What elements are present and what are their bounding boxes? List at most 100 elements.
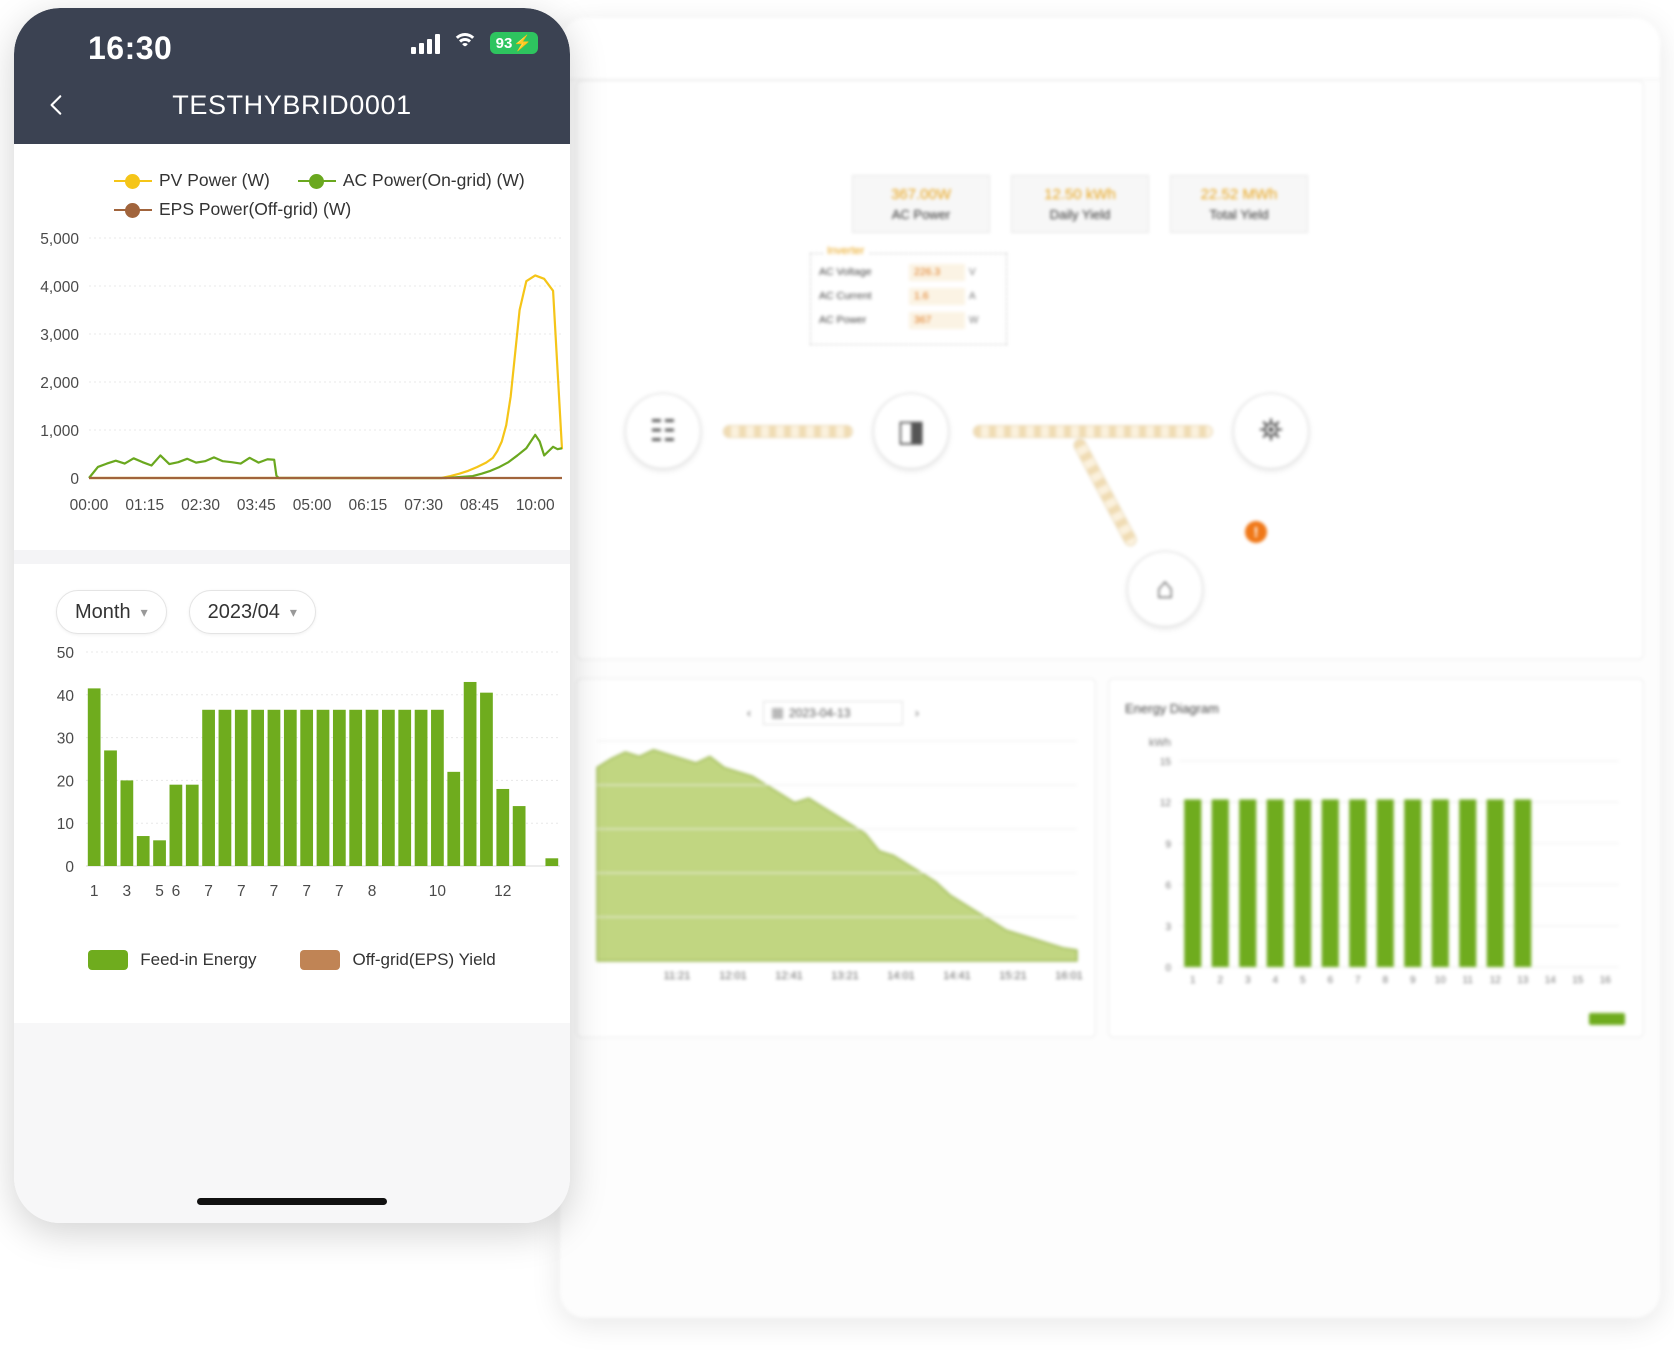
svg-text:4,000: 4,000 — [40, 279, 79, 296]
svg-text:0: 0 — [65, 859, 74, 876]
svg-text:7: 7 — [302, 883, 311, 900]
chevron-down-icon: ▾ — [289, 603, 297, 620]
energy-chart-card: Month ▾ 2023/04 ▾ 0 10 20 30 40 50 1 3 5 6 7 7 7 7 7 8 1… — [14, 564, 570, 970]
legend-item-offgrid-eps-yield[interactable]: Off-grid(EPS) Yield — [300, 950, 496, 970]
svg-text:8: 8 — [368, 883, 377, 900]
kpi-label: AC Power — [891, 207, 951, 222]
inverter-detail-box: Inverter AC Voltage 226.3 V AC Current 1… — [810, 245, 1007, 345]
kpi-card-total-yield: 22.52 MWh Total Yield — [1170, 175, 1308, 233]
phone-bottom-area — [14, 1023, 570, 1223]
svg-text:05:00: 05:00 — [293, 497, 332, 514]
svg-text:4: 4 — [1272, 975, 1278, 986]
battery-charging-icon: 93 ⚡ — [489, 32, 538, 54]
svg-text:3: 3 — [1165, 922, 1171, 933]
power-chart-card: PV Power (W) AC Power(On-grid) (W) EPS P… — [14, 144, 570, 550]
flow-connector-inverter-grid — [973, 425, 1213, 438]
svg-text:15:21: 15:21 — [999, 970, 1027, 982]
legend-item-pv-power[interactable]: PV Power (W) — [114, 170, 270, 191]
date-navigator[interactable]: ‹ 2023-04-13 › — [747, 701, 919, 725]
inverter-row: AC Voltage 226.3 V — [819, 260, 998, 284]
svg-text:20: 20 — [57, 773, 75, 790]
svg-text:9: 9 — [1410, 975, 1416, 986]
charging-bolt-icon: ⚡ — [513, 35, 532, 52]
period-selector-label: Month — [75, 600, 131, 623]
phone-window: 16:30 93 ⚡ TESTHYBRID0001 PV Power (W) A… — [14, 8, 570, 1223]
svg-text:15: 15 — [1572, 975, 1584, 986]
svg-text:10: 10 — [57, 816, 75, 833]
power-line-chart[interactable]: 0 1,000 2,000 3,000 4,000 5,000 00:00 01:15 02:3… — [14, 220, 570, 550]
kpi-label: Daily Yield — [1049, 207, 1111, 222]
home-icon[interactable]: ⌂ — [1127, 551, 1203, 627]
kpi-card-daily-yield: 12.50 kWh Daily Yield — [1011, 175, 1149, 233]
next-day-icon[interactable]: › — [915, 706, 919, 720]
month-selector[interactable]: 2023/04 ▾ — [188, 590, 316, 634]
legend-label: EPS Power(Off-grid) (W) — [159, 199, 352, 219]
legend-marker-icon — [114, 202, 152, 218]
energy-chart-legend: Feed-in Energy Off-grid(EPS) Yield — [14, 934, 570, 970]
power-tower-icon[interactable]: ⛯ — [1233, 393, 1309, 469]
screenshot-root: 367.00W AC Power 12.50 kWh Daily Yield 2… — [0, 0, 1674, 1350]
inverter-value: 1.6 — [909, 287, 965, 305]
svg-text:10: 10 — [1435, 975, 1447, 986]
energy-bar-chart[interactable]: 0 10 20 30 40 50 1 3 5 6 7 7 7 7 7 8 10 12 — [14, 634, 570, 934]
calendar-icon — [772, 707, 783, 719]
svg-text:2,000: 2,000 — [40, 375, 79, 392]
svg-text:11: 11 — [1463, 975, 1474, 986]
svg-text:16:01: 16:01 — [1055, 970, 1083, 982]
alert-badge-icon[interactable]: ! — [1245, 521, 1267, 543]
svg-text:06:15: 06:15 — [348, 497, 387, 514]
inverter-value: 367 — [909, 311, 965, 329]
svg-text:1: 1 — [1190, 975, 1196, 986]
status-icons: 93 ⚡ — [410, 32, 538, 54]
legend-item-eps-power[interactable]: EPS Power(Off-grid) (W) — [114, 199, 351, 220]
prev-day-icon[interactable]: ‹ — [747, 706, 751, 720]
tablet-overview-panel: 367.00W AC Power 12.50 kWh Daily Yield 2… — [576, 80, 1644, 660]
inverter-unit: W — [969, 314, 979, 326]
svg-text:3,000: 3,000 — [40, 327, 79, 344]
date-picker[interactable]: 2023-04-13 — [763, 701, 903, 725]
kpi-card-ac-power: 367.00W AC Power — [852, 175, 990, 233]
inverter-glyph: ◨ — [896, 414, 926, 448]
svg-text:03:45: 03:45 — [237, 497, 276, 514]
legend-item-ac-power[interactable]: AC Power(On-grid) (W) — [297, 170, 525, 191]
svg-text:13:21: 13:21 — [831, 970, 859, 982]
svg-text:13: 13 — [1517, 975, 1529, 986]
svg-text:40: 40 — [57, 688, 75, 705]
svg-text:12:41: 12:41 — [775, 970, 803, 982]
flow-connector-pv-inverter — [723, 425, 853, 438]
svg-text:12:01: 12:01 — [719, 970, 747, 982]
solar-panel-icon[interactable]: ☷ — [625, 393, 701, 469]
svg-text:11:21: 11:21 — [664, 970, 691, 982]
svg-text:7: 7 — [335, 883, 344, 900]
svg-text:15: 15 — [1160, 757, 1172, 768]
svg-text:3: 3 — [1245, 975, 1251, 986]
inverter-key: AC Current — [819, 290, 872, 302]
svg-text:7: 7 — [204, 883, 213, 900]
svg-text:7: 7 — [1355, 975, 1361, 986]
svg-text:00:00: 00:00 — [70, 497, 109, 514]
svg-text:9: 9 — [1165, 839, 1171, 850]
inverter-key: AC Voltage — [819, 266, 872, 278]
tablet-bar-chart: 036912151 2 3 4 5 6 7 8 9 10 11 12 13 14 15 16 — [1160, 757, 1619, 986]
background-tablet-window: 367.00W AC Power 12.50 kWh Daily Yield 2… — [560, 18, 1660, 1318]
svg-text:10:00: 10:00 — [516, 497, 555, 514]
selected-date: 2023-04-13 — [789, 706, 851, 720]
svg-text:2: 2 — [1217, 975, 1223, 986]
legend-swatch-icon — [88, 950, 129, 970]
power-chart-legend: PV Power (W) AC Power(On-grid) (W) EPS P… — [14, 144, 570, 220]
inverter-icon[interactable]: ◨ — [873, 393, 949, 469]
home-indicator[interactable] — [197, 1198, 387, 1205]
tablet-topbar — [560, 18, 1660, 80]
flow-connector-inverter-home — [1071, 436, 1140, 549]
svg-text:30: 30 — [57, 731, 75, 748]
inverter-key: AC Power — [819, 314, 867, 326]
chevron-down-icon: ▾ — [140, 603, 148, 620]
solar-panel-glyph: ☷ — [649, 414, 677, 448]
tablet-daily-chart-panel: ‹ 2023-04-13 › 11:21 12:01 12:41 13:21 14:01… — [576, 678, 1096, 1038]
tablet-energy-diagram-panel: Energy Diagram kWh 0 3 6 9 12 15 1 2 3 4 5 6 7 8 9 10 11… — [1108, 678, 1644, 1038]
legend-item-feed-in-energy[interactable]: Feed-in Energy — [88, 950, 256, 970]
svg-text:1: 1 — [90, 883, 99, 900]
period-selector[interactable]: Month ▾ — [56, 590, 167, 634]
svg-text:12: 12 — [1160, 798, 1172, 809]
legend-label: Off-grid(EPS) Yield — [352, 950, 496, 969]
